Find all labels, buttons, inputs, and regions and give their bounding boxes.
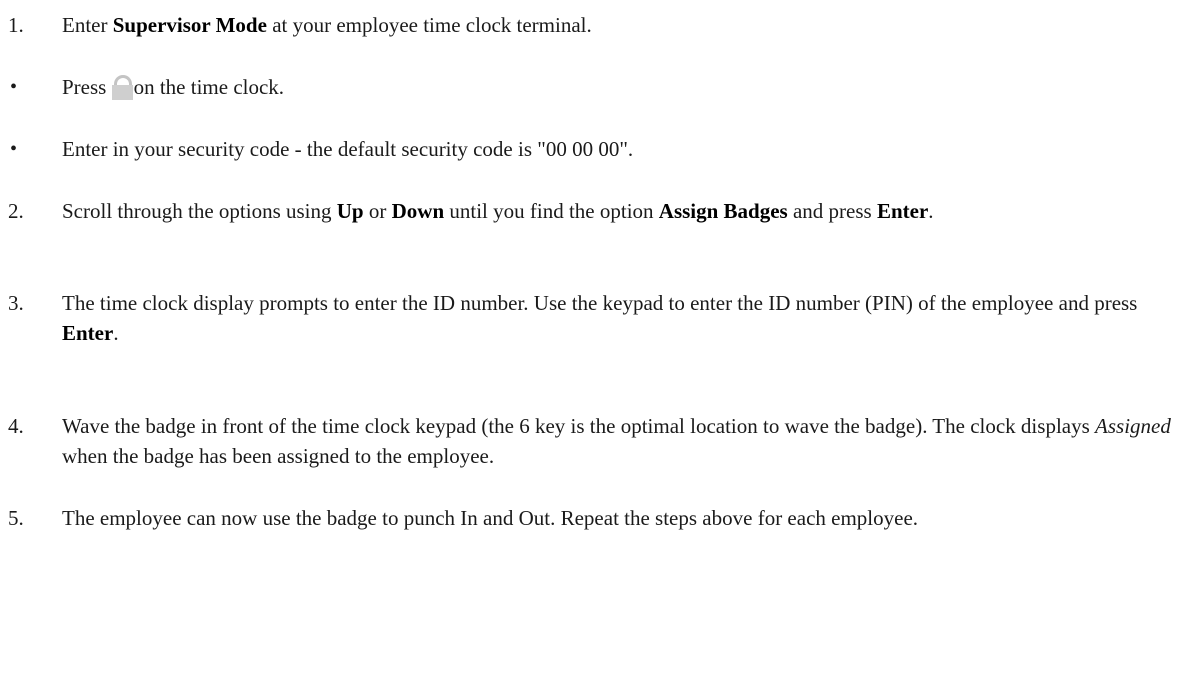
step-text: Press on the time clock. bbox=[62, 72, 1172, 102]
supervisor-mode-term: Supervisor Mode bbox=[112, 13, 267, 37]
step-number: 5. bbox=[8, 506, 24, 530]
step-number: 4. bbox=[8, 414, 24, 438]
step-text: Wave the badge in front of the time cloc… bbox=[62, 414, 1171, 468]
up-key-term: Up bbox=[336, 199, 364, 223]
enter-key-term: Enter bbox=[876, 199, 929, 223]
bullet: • bbox=[10, 76, 18, 98]
step-text: Scroll through the options using Up or D… bbox=[62, 199, 934, 223]
step-number: 2. bbox=[8, 199, 24, 223]
step-text: The time clock display prompts to enter … bbox=[62, 291, 1138, 345]
assign-badges-term: Assign Badges bbox=[658, 199, 788, 223]
bullet: • bbox=[10, 138, 18, 160]
down-key-term: Down bbox=[391, 199, 445, 223]
step-number: 3. bbox=[8, 291, 24, 315]
step-text: Enter in your security code - the defaul… bbox=[62, 137, 634, 161]
enter-key-term: Enter bbox=[62, 321, 114, 345]
step-number: 1. bbox=[8, 13, 24, 37]
lock-icon bbox=[111, 72, 134, 102]
step-text: The employee can now use the badge to pu… bbox=[62, 506, 919, 530]
step-text: Enter Supervisor Mode at your employee t… bbox=[62, 13, 592, 37]
assigned-status-term: Assigned bbox=[1095, 414, 1171, 438]
